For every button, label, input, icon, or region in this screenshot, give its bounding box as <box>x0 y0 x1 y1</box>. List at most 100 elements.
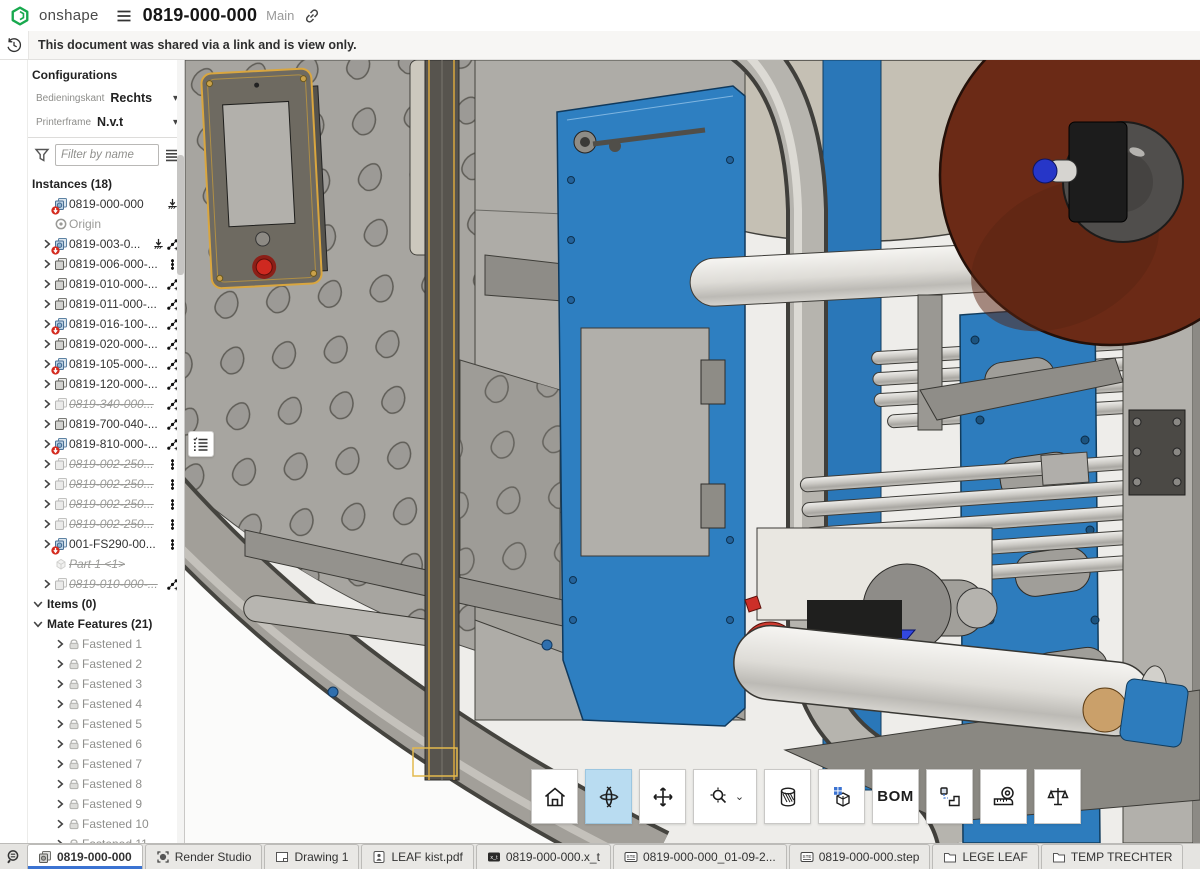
tree-item-label: Fastened 5 <box>82 717 142 731</box>
panel-scrollbar[interactable] <box>177 60 184 843</box>
viewport-3d[interactable]: ⌄ BOM <box>185 60 1200 843</box>
chevron-right-icon[interactable] <box>54 798 66 810</box>
mate-feature-row[interactable]: Fastened 2 <box>28 654 184 674</box>
instance-row[interactable]: Part 1 <1> <box>28 554 184 574</box>
chevron-right-icon[interactable] <box>41 478 53 490</box>
measure-button[interactable] <box>980 769 1027 824</box>
chevron-down-icon[interactable]: ⌄ <box>735 790 744 803</box>
tab-0819-000-000-step[interactable]: STE0819-000-000.step <box>789 844 931 869</box>
history-icon[interactable] <box>0 31 28 59</box>
mate-feature-row[interactable]: Fastened 9 <box>28 794 184 814</box>
tab-lege-leaf[interactable]: LEGE LEAF <box>932 844 1038 869</box>
mate-features-section[interactable]: Mate Features (21) <box>28 614 184 634</box>
mate-feature-row[interactable]: Fastened 7 <box>28 754 184 774</box>
instance-row[interactable]: 0819-010-000-... <box>28 274 184 294</box>
tree-item-label: 0819-010-000-... <box>69 277 158 291</box>
branch-label[interactable]: Main <box>266 8 294 23</box>
share-link-icon[interactable] <box>303 7 321 25</box>
rotate-button[interactable] <box>585 769 632 824</box>
mate-feature-row[interactable]: Fastened 5 <box>28 714 184 734</box>
instance-row[interactable]: 0819-120-000-... <box>28 374 184 394</box>
mass-properties-button[interactable] <box>1034 769 1081 824</box>
chevron-right-icon[interactable] <box>41 418 53 430</box>
instance-row[interactable]: 0819-810-000-... <box>28 434 184 454</box>
chevron-right-icon[interactable] <box>54 758 66 770</box>
cad-model-canvas[interactable] <box>185 60 1200 843</box>
instance-row[interactable]: 0819-010-000-... <box>28 574 184 594</box>
mate-feature-row[interactable]: Fastened 11 <box>28 834 184 843</box>
config-select-bedieningskant[interactable]: BedieningskantRechts▾ <box>28 86 184 110</box>
mate-feature-row[interactable]: Fastened 3 <box>28 674 184 694</box>
chevron-right-icon[interactable] <box>54 738 66 750</box>
filter-input[interactable] <box>55 144 159 166</box>
chevron-right-icon[interactable] <box>54 638 66 650</box>
chevron-right-icon[interactable] <box>41 398 53 410</box>
tab-0819-000-000-x-t[interactable]: x_t0819-000-000.x_t <box>476 844 611 869</box>
feature-list-toggle-button[interactable] <box>188 431 214 457</box>
chevron-right-icon[interactable] <box>41 258 53 270</box>
find-tab-icon[interactable] <box>0 844 27 869</box>
chevron-down-icon[interactable] <box>32 618 44 630</box>
instance-row[interactable]: 0819-002-250... <box>28 494 184 514</box>
origin-item[interactable]: Origin <box>28 214 184 234</box>
config-select-printerframe[interactable]: PrinterframeN.v.t▾ <box>28 110 184 134</box>
instance-row[interactable]: 0819-105-000-... <box>28 354 184 374</box>
bom-button[interactable]: BOM <box>872 769 919 824</box>
chevron-right-icon[interactable] <box>54 698 66 710</box>
measure-icon <box>991 784 1017 810</box>
chevron-right-icon[interactable] <box>41 498 53 510</box>
mate-feature-row[interactable]: Fastened 10 <box>28 814 184 834</box>
chevron-right-icon[interactable] <box>54 818 66 830</box>
chevron-right-icon[interactable] <box>54 838 66 843</box>
chevron-right-icon[interactable] <box>41 298 53 310</box>
instance-row[interactable]: 0819-003-0... <box>28 234 184 254</box>
doc-icon <box>54 477 68 491</box>
instance-row[interactable]: 001-FS290-00... <box>28 534 184 554</box>
exploded-view-button[interactable] <box>818 769 865 824</box>
chevron-right-icon[interactable] <box>54 658 66 670</box>
instance-row[interactable]: 0819-006-000-... <box>28 254 184 274</box>
tree-item-label: Fastened 3 <box>82 677 142 691</box>
filter-icon[interactable] <box>34 147 50 163</box>
chevron-right-icon[interactable] <box>41 278 53 290</box>
fit-view-button[interactable] <box>531 769 578 824</box>
instance-row[interactable]: 0819-011-000-... <box>28 294 184 314</box>
pan-button[interactable] <box>639 769 686 824</box>
tab-0819-000-000[interactable]: 0819-000-000 <box>27 844 143 869</box>
section-view-button[interactable] <box>764 769 811 824</box>
doc-icon <box>54 397 68 411</box>
chevron-down-icon[interactable] <box>32 598 44 610</box>
tab-label: 0819-000-000 <box>57 850 132 864</box>
config-value: N.v.t <box>97 115 123 129</box>
mate-feature-row[interactable]: Fastened 4 <box>28 694 184 714</box>
chevron-right-icon[interactable] <box>54 678 66 690</box>
mate-feature-row[interactable]: Fastened 8 <box>28 774 184 794</box>
chevron-right-icon[interactable] <box>41 458 53 470</box>
isolate-button[interactable] <box>926 769 973 824</box>
hamburger-menu-icon[interactable] <box>114 6 134 26</box>
instance-row[interactable]: 0819-020-000-... <box>28 334 184 354</box>
tab-temp-trechter[interactable]: TEMP TRECHTER <box>1041 844 1184 869</box>
chevron-right-icon[interactable] <box>41 518 53 530</box>
chevron-right-icon[interactable] <box>41 378 53 390</box>
mate-feature-row[interactable]: Fastened 1 <box>28 634 184 654</box>
instance-row[interactable]: 0819-002-250... <box>28 514 184 534</box>
tab-drawing-1[interactable]: Drawing 1 <box>264 844 359 869</box>
chevron-right-icon[interactable] <box>54 778 66 790</box>
zoom-button[interactable]: ⌄ <box>693 769 757 824</box>
items-section[interactable]: Items (0) <box>28 594 184 614</box>
instance-root[interactable]: 0819-000-000 <box>28 194 184 214</box>
instance-row[interactable]: 0819-002-250... <box>28 474 184 494</box>
chevron-right-icon[interactable] <box>54 718 66 730</box>
instance-row[interactable]: 0819-016-100-... <box>28 314 184 334</box>
mate-feature-row[interactable]: Fastened 6 <box>28 734 184 754</box>
tab-0819-000-000-01-09-2-[interactable]: STE0819-000-000_01-09-2... <box>613 844 787 869</box>
tab-leaf-kist-pdf[interactable]: LEAF kist.pdf <box>361 844 473 869</box>
chevron-right-icon[interactable] <box>41 578 53 590</box>
instance-row[interactable]: 0819-002-250... <box>28 454 184 474</box>
chevron-right-icon[interactable] <box>41 338 53 350</box>
tab-render-studio[interactable]: Render Studio <box>145 844 263 869</box>
instance-row[interactable]: 0819-340-000... <box>28 394 184 414</box>
instance-row[interactable]: 0819-700-040-... <box>28 414 184 434</box>
bom-label: BOM <box>877 788 914 805</box>
